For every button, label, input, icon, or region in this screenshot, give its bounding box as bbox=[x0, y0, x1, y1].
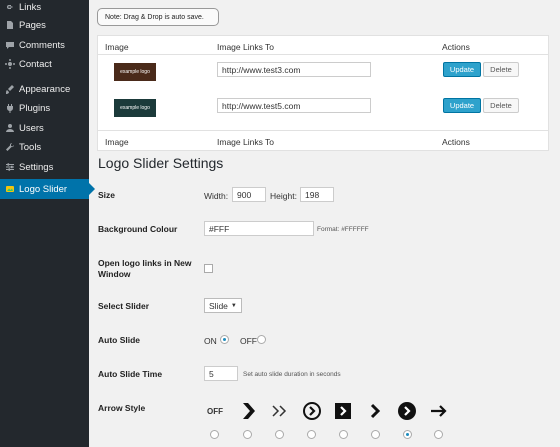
new-window-checkbox[interactable] bbox=[204, 264, 213, 273]
update-button[interactable]: Update bbox=[443, 98, 481, 113]
sidebar-item-label: Users bbox=[19, 122, 44, 134]
filled-circle-chevron-icon bbox=[396, 400, 418, 422]
divider bbox=[98, 130, 548, 131]
links-icon bbox=[5, 2, 15, 12]
background-colour-input[interactable]: #FFF bbox=[204, 221, 314, 236]
slider-select-value: Slide bbox=[209, 300, 228, 311]
logo-thumbnail[interactable]: example logo bbox=[114, 99, 156, 117]
new-window-label: Open logo links in New Window bbox=[98, 258, 192, 279]
logo-table: Image Image Links To Actions example log… bbox=[97, 35, 549, 151]
users-icon bbox=[5, 123, 15, 133]
sidebar-item-settings[interactable]: Settings bbox=[0, 157, 89, 177]
update-button[interactable]: Update bbox=[443, 62, 481, 77]
sidebar-item-logo-slider[interactable]: Logo Slider bbox=[0, 179, 95, 199]
slider-select[interactable]: Slide ▼ bbox=[204, 298, 242, 313]
arrow-right-icon bbox=[428, 400, 450, 422]
circle-chevron-icon bbox=[301, 400, 323, 422]
column-footer-actions: Actions bbox=[442, 137, 470, 147]
format-hint: Format: #FFFFFF bbox=[317, 226, 369, 233]
auto-slide-on-label: ON bbox=[204, 336, 217, 346]
divider bbox=[98, 54, 548, 55]
column-footer-image: Image bbox=[105, 137, 129, 147]
auto-save-note: Note: Drag & Drop is auto save. bbox=[97, 8, 219, 26]
logo-slider-icon bbox=[5, 184, 15, 194]
arrow-style-off-label: OFF bbox=[207, 407, 223, 416]
comments-icon bbox=[5, 40, 15, 50]
height-input[interactable]: 198 bbox=[300, 187, 334, 202]
sidebar-item-label: Plugins bbox=[19, 102, 51, 114]
sidebar-item-label: Settings bbox=[19, 161, 54, 173]
sidebar-item-tools[interactable]: Tools bbox=[0, 137, 89, 157]
column-header-actions: Actions bbox=[442, 42, 470, 52]
pages-icon bbox=[5, 20, 15, 30]
contact-icon bbox=[5, 59, 15, 69]
double-chevron-icon bbox=[269, 400, 291, 422]
page-title: Logo Slider Settings bbox=[98, 155, 224, 171]
arrow-style-radio-filled-circle-chevron[interactable] bbox=[403, 430, 412, 439]
link-url-input[interactable]: http://www.test3.com bbox=[217, 62, 371, 77]
square-chevron-icon bbox=[332, 400, 354, 422]
auto-slide-off-label: OFF bbox=[240, 336, 257, 346]
arrow-style-radio-double-chevron[interactable] bbox=[275, 430, 284, 439]
sidebar-item-label: Logo Slider bbox=[19, 183, 68, 195]
bold-chevron-icon bbox=[237, 400, 259, 422]
tools-icon bbox=[5, 142, 15, 152]
arrow-style-radio-circle-chevron[interactable] bbox=[307, 430, 316, 439]
column-footer-links: Image Links To bbox=[217, 137, 275, 147]
auto-slide-time-input[interactable]: 5 bbox=[204, 366, 238, 381]
sidebar-item-pages[interactable]: Pages bbox=[0, 15, 89, 35]
background-colour-label: Background Colour bbox=[98, 224, 178, 234]
select-slider-label: Select Slider bbox=[98, 301, 150, 311]
sidebar-item-label: Appearance bbox=[19, 83, 71, 95]
sidebar-item-label: Links bbox=[19, 1, 42, 13]
delete-button[interactable]: Delete bbox=[483, 98, 519, 113]
appearance-icon bbox=[5, 84, 15, 94]
auto-slide-time-label: Auto Slide Time bbox=[98, 369, 163, 379]
plugins-icon bbox=[5, 103, 15, 113]
sidebar-item-label: Comments bbox=[19, 39, 65, 51]
size-label: Size bbox=[98, 190, 116, 200]
width-input[interactable]: 900 bbox=[232, 187, 266, 202]
sidebar-item-plugins[interactable]: Plugins bbox=[0, 98, 89, 118]
chevron-down-icon: ▼ bbox=[230, 302, 237, 309]
height-label: Height: bbox=[270, 191, 297, 201]
arrow-style-radio-chevron[interactable] bbox=[371, 430, 380, 439]
auto-slide-off-radio[interactable] bbox=[257, 335, 266, 344]
sidebar-item-contact[interactable]: Contact bbox=[0, 54, 89, 74]
admin-sidebar: Links Pages Comments Contact Appearance … bbox=[0, 0, 95, 447]
sidebar-item-users[interactable]: Users bbox=[0, 118, 89, 138]
column-header-image: Image bbox=[105, 42, 129, 52]
arrow-style-radio-arrow[interactable] bbox=[434, 430, 443, 439]
sidebar-item-appearance[interactable]: Appearance bbox=[0, 79, 89, 99]
arrow-style-radio-bold-chevron[interactable] bbox=[243, 430, 252, 439]
delete-button[interactable]: Delete bbox=[483, 62, 519, 77]
sidebar-item-comments[interactable]: Comments bbox=[0, 35, 89, 55]
auto-slide-label: Auto Slide bbox=[98, 335, 141, 345]
column-header-links: Image Links To bbox=[217, 42, 275, 52]
settings-icon bbox=[5, 162, 15, 172]
sidebar-item-label: Contact bbox=[19, 58, 52, 70]
arrow-style-radio-square-chevron[interactable] bbox=[339, 430, 348, 439]
arrow-style-radio-off[interactable] bbox=[210, 430, 219, 439]
main-content: Note: Drag & Drop is auto save. Image Im… bbox=[89, 0, 560, 447]
auto-slide-on-radio[interactable] bbox=[220, 335, 229, 344]
link-url-input[interactable]: http://www.test5.com bbox=[217, 98, 371, 113]
chevron-icon bbox=[364, 400, 386, 422]
width-label: Width: bbox=[204, 191, 229, 201]
auto-slide-time-hint: Set auto slide duration in seconds bbox=[243, 371, 341, 378]
arrow-style-label: Arrow Style bbox=[98, 403, 146, 413]
logo-thumbnail[interactable]: example logo bbox=[114, 63, 156, 81]
sidebar-item-label: Tools bbox=[19, 141, 42, 153]
sidebar-item-label: Pages bbox=[19, 19, 46, 31]
